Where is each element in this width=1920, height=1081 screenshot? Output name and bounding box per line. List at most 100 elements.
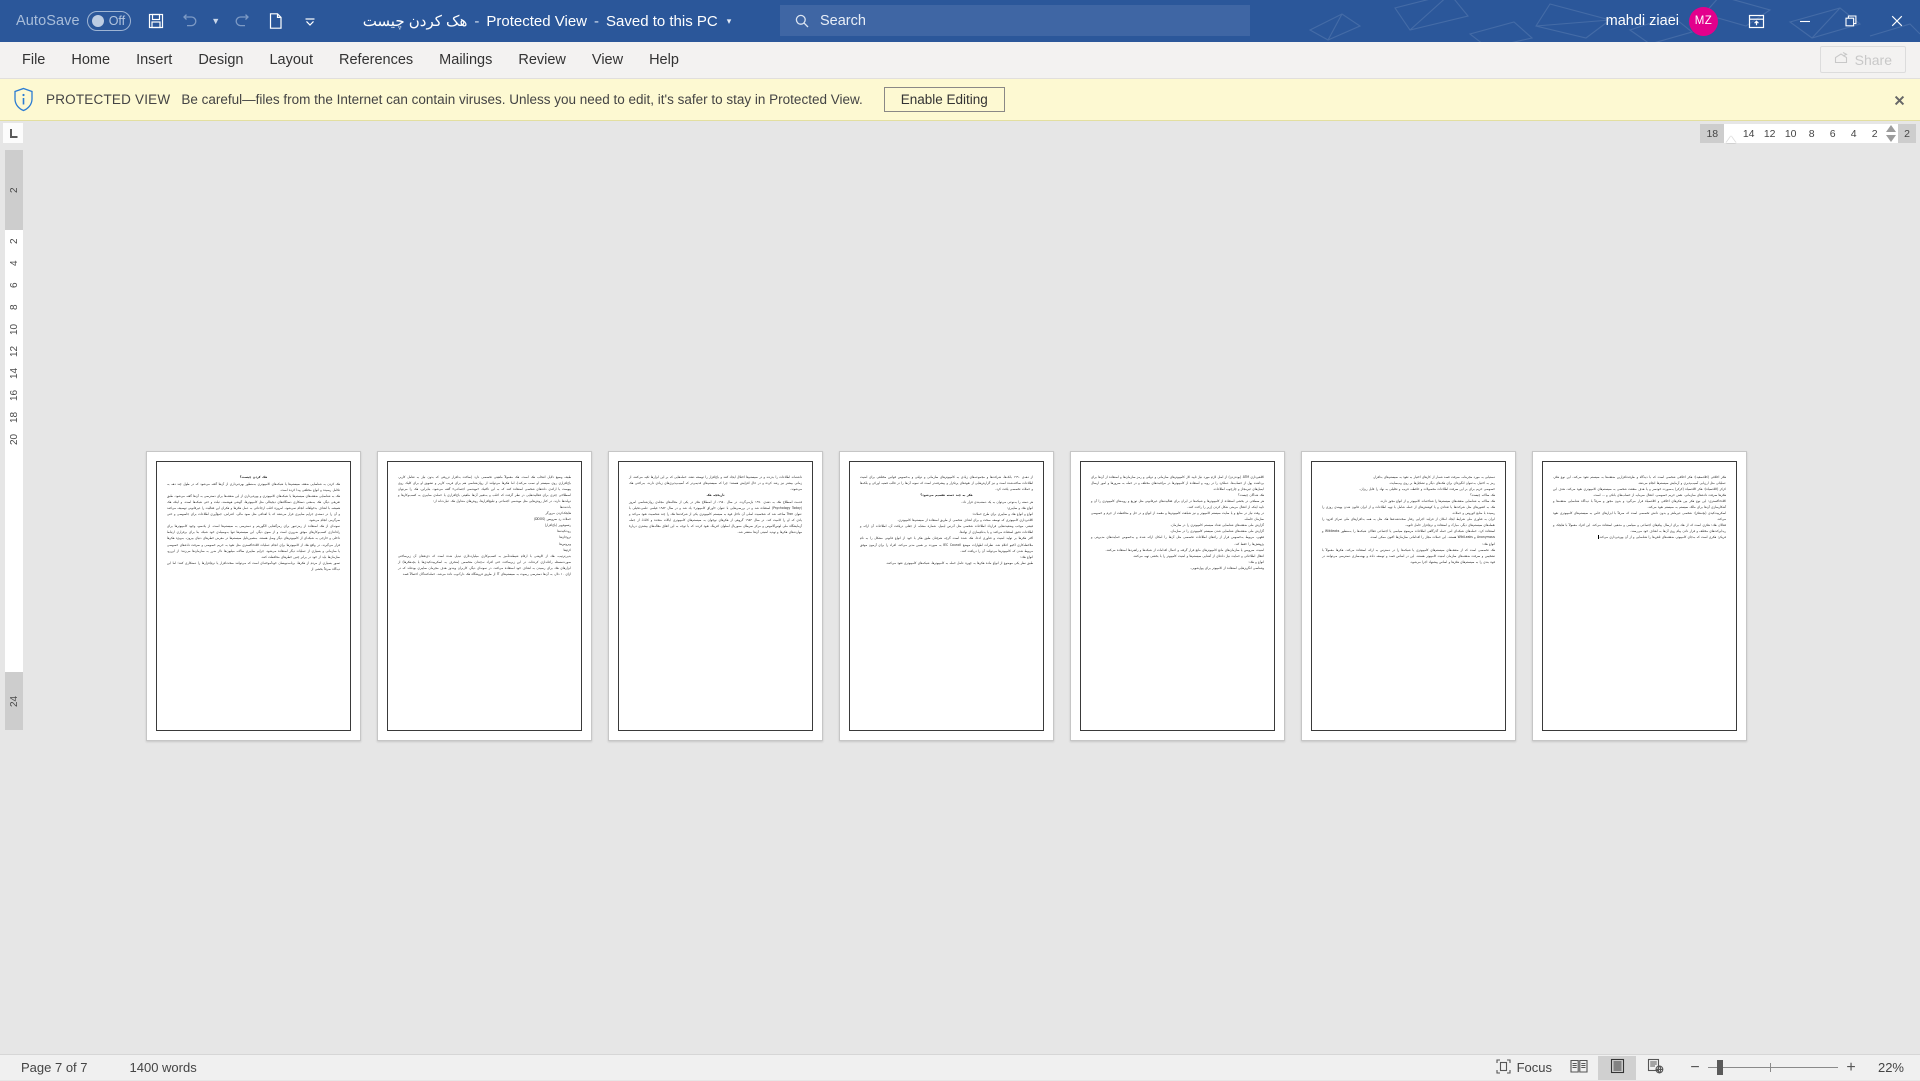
ruler-tick-4: 4 [1843, 128, 1864, 140]
read-mode-icon [1570, 1058, 1588, 1077]
vruler-tick-12: 12 [9, 340, 20, 362]
page-paragraph: فیشر، موجب وضعیت‌هایی قرارداد اطلاعات شخ… [860, 523, 1033, 535]
ribbon-display-options-icon[interactable] [1730, 0, 1782, 42]
page-paragraph: وشناسی انگریزهایی استفاده از کامپیوتر بر… [1091, 565, 1264, 571]
zoom-level[interactable]: 22% [1864, 1060, 1910, 1075]
page-body-text: از دهه‌ی ۱۹۹۰ بانک‌ها، شرکت‌ها و مجموعه‌… [860, 474, 1033, 566]
document-page[interactable]: هک کردن چیست؟هک کردن به شناسایی ضعف سیست… [146, 451, 361, 741]
vruler-tick-14: 14 [9, 362, 20, 384]
focus-mode-label: Focus [1517, 1060, 1552, 1075]
read-mode-button[interactable] [1560, 1056, 1598, 1080]
web-layout-button[interactable] [1636, 1056, 1674, 1080]
search-box[interactable]: Search [780, 5, 1250, 36]
vruler-track[interactable]: 2 4 6 8 10 12 14 16 18 20 [5, 230, 23, 672]
restore-icon[interactable] [1828, 0, 1874, 42]
avatar[interactable]: MZ [1689, 7, 1718, 36]
ruler-track[interactable]: 14 12 10 8 6 4 2 [1724, 124, 1898, 143]
tab-view[interactable]: View [579, 42, 636, 79]
first-line-indent-marker[interactable] [1726, 136, 1736, 143]
zoom-control[interactable]: − + 22% [1682, 1056, 1910, 1080]
account-name[interactable]: mahdi ziaei [1606, 13, 1679, 29]
document-page[interactable]: هکر اخلاقی (کلاه‌سفید): هکر اخلاقی شخصی … [1532, 451, 1747, 741]
close-icon[interactable] [1874, 0, 1920, 42]
status-bar-left: Page 7 of 7 1400 words [0, 1055, 205, 1081]
document-page[interactable]: داشته‌اند اطلاعات را بدزدند و در سیستم‌ه… [608, 451, 823, 741]
page-text-frame: هک کردن چیست؟هک کردن به شناسایی ضعف سیست… [156, 461, 351, 731]
autosave-switch[interactable]: Off [87, 11, 131, 31]
tab-mailings[interactable]: Mailings [426, 42, 505, 79]
search-icon [794, 13, 810, 29]
vruler-tick-2: 2 [9, 230, 20, 252]
minimize-icon[interactable] [1782, 0, 1828, 42]
chevron-down-icon[interactable] [293, 4, 327, 38]
page-paragraph: اسکریپت‌کیدی (بچه‌هکر): شخصی غیرماهر و ب… [1553, 510, 1726, 522]
page-list: هک کردن چیست؟هک کردن به شناسایی ضعف سیست… [146, 451, 1747, 741]
close-icon[interactable] [1891, 92, 1907, 108]
vruler-tick-6: 6 [9, 274, 20, 296]
ruler-tick-12: 12 [1759, 128, 1780, 140]
status-bar-right: Focus [1488, 1055, 1910, 1081]
zoom-in-button[interactable]: + [1838, 1056, 1864, 1080]
page-paragraph: ایران به فناوری ملی شرایط ایجاد امکان از… [1322, 516, 1495, 528]
page-text-frame: دستیابی به مورد مجرمانه، سرقت قصد شمار ا… [1311, 461, 1506, 731]
info-shield-icon [13, 87, 34, 112]
page-indicator[interactable]: Page 7 of 7 [13, 1055, 96, 1081]
title-chevron-down-icon[interactable]: ▾ [727, 16, 732, 27]
tab-design[interactable]: Design [185, 42, 256, 79]
page-paragraph: کلاه‌خاکستری: این نوع هکر بین هکرهای اخل… [1553, 498, 1726, 510]
tab-insert[interactable]: Insert [123, 42, 185, 79]
document-page[interactable]: از دهه‌ی ۱۹۹۰ بانک‌ها، شرکت‌ها و مجموعه‌… [839, 451, 1054, 741]
ribbon-tab-bar: File Home Insert Design Layout Reference… [0, 42, 1920, 79]
search-placeholder: Search [820, 13, 866, 29]
page-paragraph: هک تخصصی است که از ضعف‌های سیستم‌های کام… [1322, 547, 1495, 565]
page-heading: تاریخچه هک [629, 492, 802, 498]
autosave-toggle[interactable]: AutoSave Off [8, 6, 139, 36]
document-canvas[interactable]: هک کردن چیست؟هک کردن به شناسایی ضعف سیست… [26, 145, 1920, 1058]
page-body-text: هکر اخلاقی (کلاه‌سفید): هکر اخلاقی شخصی … [1553, 474, 1726, 541]
zoom-slider[interactable] [1708, 1056, 1838, 1080]
page-paragraph: طبق نظر یکی موضوع از انواع ماده هکرها به… [860, 560, 1033, 566]
page-text-frame: داشته‌اند اطلاعات را بدزدند و در سیستم‌ه… [618, 461, 813, 731]
page-body-text: دستیابی به مورد مجرمانه، سرقت قصد شمار ا… [1322, 474, 1495, 565]
left-tab-stop-icon[interactable] [2, 122, 24, 144]
redo-icon[interactable] [225, 4, 259, 38]
zoom-slider-thumb[interactable] [1717, 1060, 1723, 1075]
page-paragraph: از دهه‌ی ۱۹۹۰ بانک‌ها، شرکت‌ها و مجموعه‌… [860, 474, 1033, 492]
share-button[interactable]: Share [1820, 46, 1906, 73]
zoom-out-button[interactable]: − [1682, 1056, 1708, 1080]
save-icon[interactable] [139, 4, 173, 38]
undo-dropdown-icon[interactable]: ▼ [207, 4, 225, 38]
page-text-frame: کلاهبرداری ATM (بوت‌زدن) از اصل لازم مور… [1080, 461, 1275, 731]
print-layout-icon [1610, 1058, 1625, 1077]
vertical-ruler[interactable]: 2 2 4 6 8 10 12 14 16 18 20 24 [5, 150, 23, 730]
document-page[interactable]: دستیابی به مورد مجرمانه، سرقت قصد شمار ا… [1301, 451, 1516, 741]
tab-home[interactable]: Home [58, 42, 123, 79]
document-title[interactable]: هک کردن چیست - Protected View - Saved to… [363, 12, 732, 30]
tab-file[interactable]: File [9, 42, 58, 79]
focus-mode-button[interactable]: Focus [1488, 1055, 1560, 1081]
title-bar-right: mahdi ziaei MZ [1606, 0, 1920, 42]
tab-review[interactable]: Review [505, 42, 579, 79]
protected-view-label: Protected View [486, 13, 587, 30]
page-paragraph: قدمت اصطلاح هک به دهه‌ی ۱۹۷۰ بازمی‌گردد.… [629, 499, 802, 535]
tab-layout[interactable]: Layout [256, 42, 326, 79]
share-label: Share [1855, 52, 1892, 68]
word-count[interactable]: 1400 words [122, 1055, 205, 1081]
undo-icon[interactable] [173, 4, 207, 38]
enable-editing-button[interactable]: Enable Editing [884, 87, 1005, 112]
document-page[interactable]: کلاهبرداری ATM (بوت‌زدن) از اصل لازم مور… [1070, 451, 1285, 741]
tab-references[interactable]: References [326, 42, 426, 79]
zoom-slider-midpoint [1770, 1063, 1771, 1072]
tab-help[interactable]: Help [636, 42, 692, 79]
horizontal-ruler[interactable]: 18 14 12 10 8 6 4 2 2 [1700, 124, 1916, 143]
document-page[interactable]: طیف وسیع دلایل انتخاب هک است. هک معمولاً… [377, 451, 592, 741]
page-paragraph: هک به کشورهای مثل شرکت‌ها یا تعدادی و یا… [1322, 504, 1495, 516]
web-layout-icon [1647, 1058, 1664, 1077]
page-paragraph: در وقت نیاز در منابع و یا سایت سیستم کام… [1091, 510, 1264, 522]
document-icon[interactable] [259, 4, 293, 38]
focus-mode-icon [1496, 1059, 1511, 1077]
page-paragraph: هک کردن به شناسایی ضعف سیستم‌ها یا شبکه‌… [167, 481, 340, 493]
ruler-tick-2: 2 [1864, 128, 1885, 140]
autosave-knob [92, 15, 104, 27]
print-layout-button[interactable] [1598, 1056, 1636, 1080]
